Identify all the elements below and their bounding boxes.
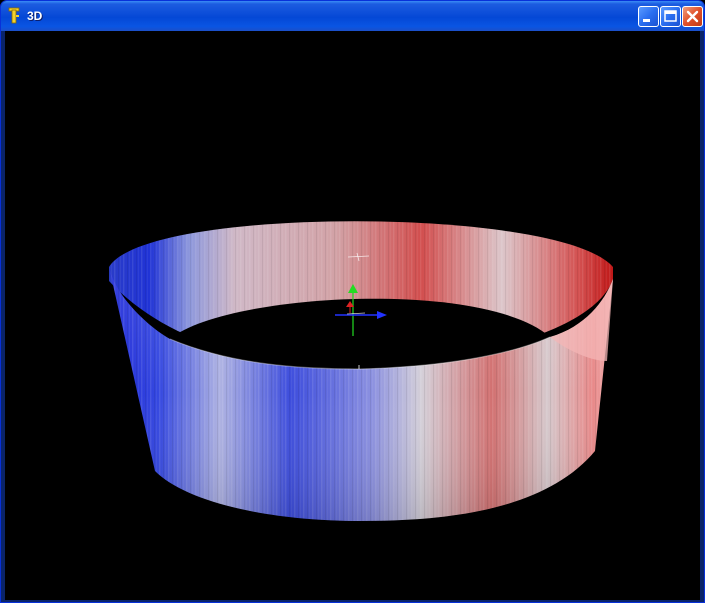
3d-viewport[interactable]: [5, 31, 700, 600]
maximize-button[interactable]: [660, 6, 681, 27]
app-window: 3D: [0, 0, 705, 603]
minimize-icon: [643, 19, 650, 22]
yellow-tool-icon: [8, 7, 20, 24]
minimize-button[interactable]: [638, 6, 659, 27]
window-title: 3D: [27, 9, 43, 23]
close-icon: [686, 10, 699, 23]
maximize-icon: [664, 10, 677, 22]
cylinder-render[interactable]: [5, 31, 700, 600]
title-bar[interactable]: 3D: [1, 1, 704, 31]
close-button[interactable]: [682, 6, 703, 27]
